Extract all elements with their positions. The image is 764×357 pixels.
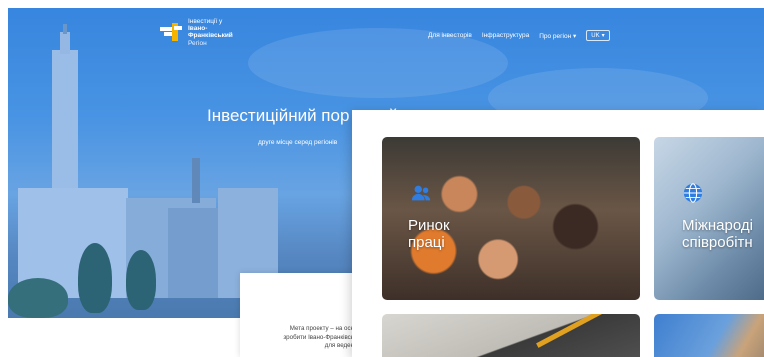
nav-item-investors[interactable]: Для інвесторів — [428, 32, 472, 39]
language-value: UK — [591, 32, 600, 39]
intro-line-1: Мета проекту – на осн — [289, 325, 354, 332]
main-nav: Для інвесторів Інфраструктура Про регіон… — [428, 30, 610, 41]
card-label-line-1: Міжнароді — [682, 217, 753, 234]
logo-line-4: Регіон — [188, 39, 207, 47]
card-international-label: Міжнароді співробітн — [682, 217, 753, 251]
card-education-photo — [382, 314, 640, 357]
logo-text: Інвестиції у Івано- Франківський Регіон — [188, 18, 233, 47]
logo-line-3: Франківський — [188, 32, 233, 40]
logo-mark-icon — [160, 21, 182, 43]
card-international-cooperation[interactable]: Міжнароді співробітн — [654, 137, 764, 300]
language-select[interactable]: UK ▾ — [586, 30, 610, 41]
card-education[interactable] — [382, 314, 640, 357]
card-label-line-2: праці — [408, 234, 445, 251]
globe-icon — [683, 183, 703, 203]
intro-text: Мета проекту – на осн зробити Івано-Фран… — [244, 325, 354, 351]
intro-line-3: для веден — [324, 342, 354, 349]
card-label-line-2: співробітн — [682, 234, 753, 251]
people-icon — [411, 185, 431, 201]
card-business[interactable] — [654, 314, 764, 357]
site-logo[interactable]: Інвестиції у Івано- Франківський Регіон — [160, 18, 233, 47]
hero-subtitle: друге місце серед регіонів — [258, 139, 338, 146]
nav-item-about-region[interactable]: Про регіон ▾ — [539, 32, 576, 40]
card-label-line-1: Ринок — [408, 217, 450, 234]
card-labour-market[interactable]: Ринок праці — [382, 137, 640, 300]
card-labour-market-label: Ринок праці — [408, 217, 450, 251]
card-business-photo — [654, 314, 764, 357]
cards-panel: Ринок праці Міжнароді співробітн — [352, 110, 764, 357]
intro-panel: Мета проекту – на осн зробити Івано-Фран… — [240, 273, 370, 357]
intro-line-2: зробити Івано-Франківсь — [283, 333, 354, 341]
logo-line-1: Інвестиції у — [188, 18, 223, 25]
nav-item-infrastructure[interactable]: Інфраструктура — [482, 32, 529, 39]
chevron-down-icon: ▾ — [601, 33, 605, 39]
